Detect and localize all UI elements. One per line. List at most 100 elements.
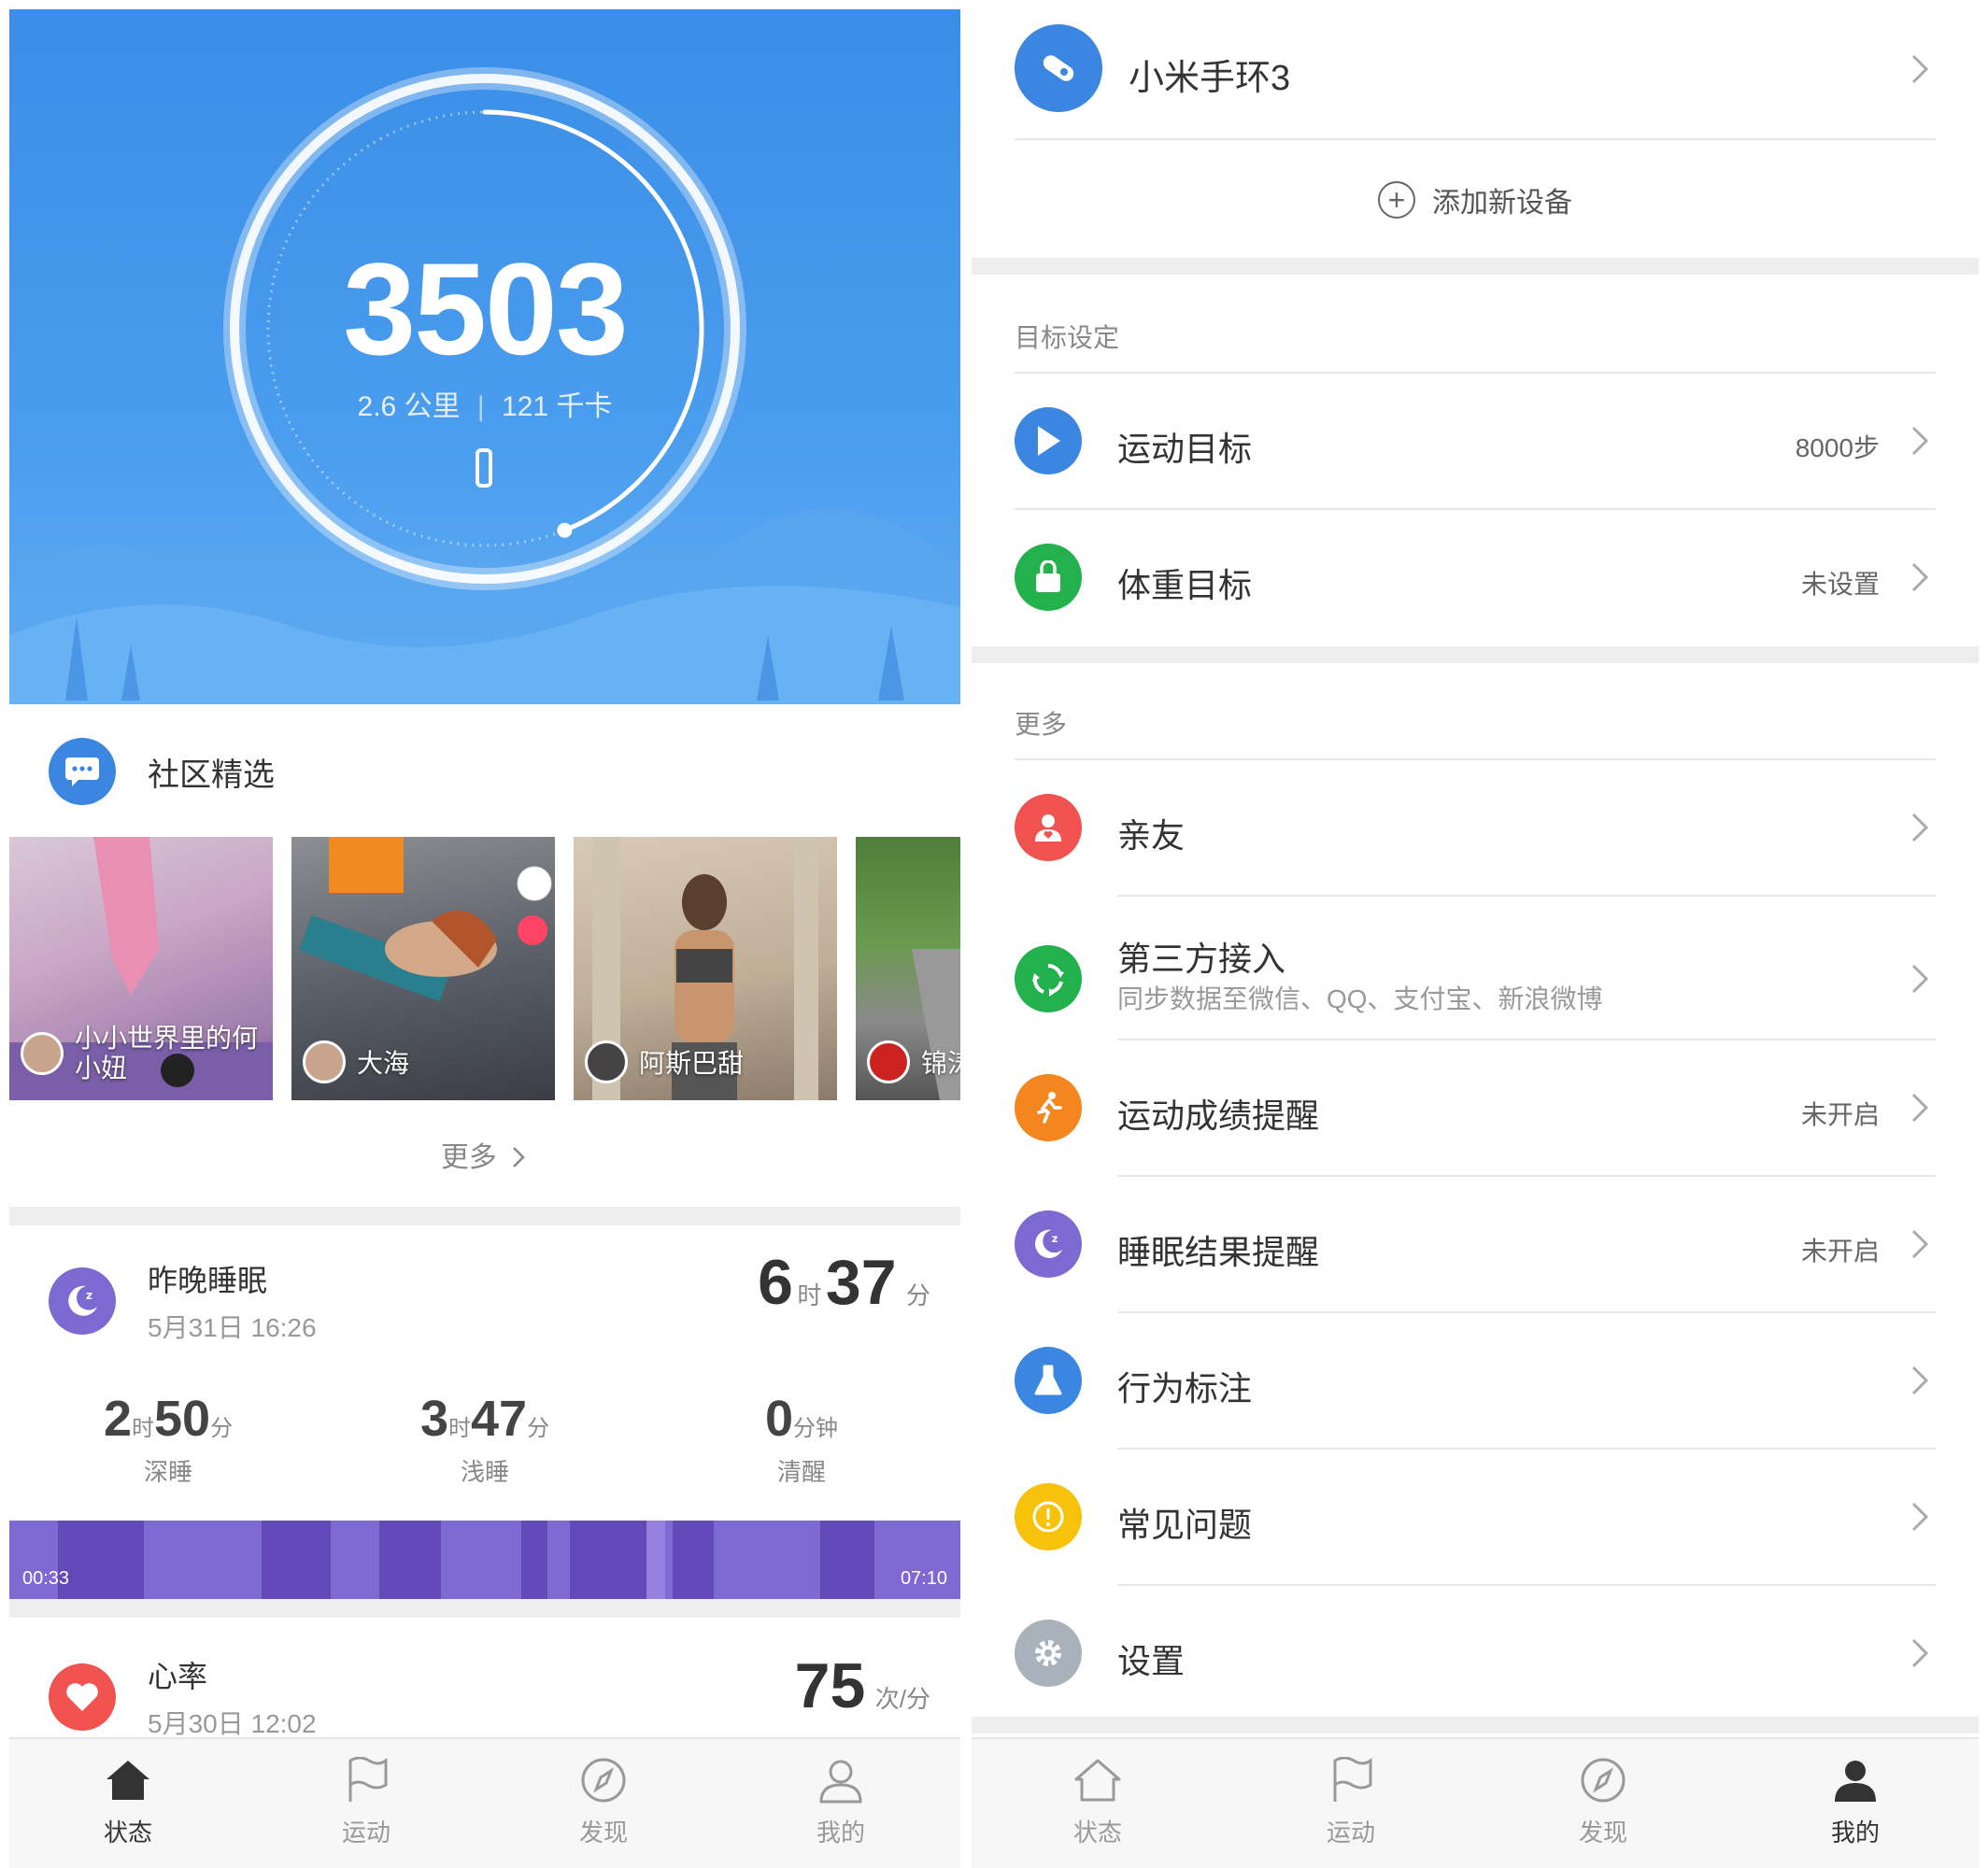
exclamation-icon [1015,1483,1082,1550]
menu-row-sleep-reminder[interactable]: z 睡眠结果提醒 未开启 [972,1210,1979,1280]
goal-row-steps[interactable]: 运动目标 8000步 [972,407,1979,476]
divider [1117,1584,1936,1586]
band-icon [1015,24,1102,112]
bottom-tab-bar: 状态 运动 发现 我的 [972,1737,1979,1868]
chevron-right-icon [1911,1229,1929,1259]
post-user: 阿斯巴甜 [585,1040,744,1083]
menu-row-settings[interactable]: 设置 [972,1620,1979,1689]
step-summary-hero[interactable]: 3503 2.6 公里 | 121 千卡 [9,9,960,704]
distance: 2.6 公里 [357,391,461,422]
community-photo-strip[interactable]: 小小世界里的何小妞 大海 阿斯巴甜 锦涛 [9,837,960,1100]
friends-icon [1015,794,1082,861]
flask-icon [1015,1347,1082,1414]
add-device-button[interactable]: + 添加新设备 [972,179,1979,220]
deep-sleep-stat: 2时50分 深睡 [103,1391,234,1486]
avatar [867,1040,910,1083]
flag-icon [310,1754,422,1806]
tab-status[interactable]: 状态 [1042,1754,1154,1848]
goal-row-weight[interactable]: 体重目标 未设置 [972,544,1979,613]
divider [1117,1039,1936,1040]
divider [1117,1175,1936,1177]
device-name: 小米手环3 [1129,59,1291,98]
avatar [585,1040,628,1083]
step-count: 3503 [343,235,628,382]
menu-row-third-party[interactable]: 第三方接入 同步数据至微信、QQ、支付宝、新浪微博 [972,932,1979,1029]
menu-row-behavior-tagging[interactable]: 行为标注 [972,1347,1979,1416]
community-post[interactable]: 小小世界里的何小妞 [9,837,273,1100]
more-section-label: 更多 [1015,710,1068,739]
sleep-datetime: 5月31日 16:26 [148,1313,317,1342]
runner-icon [1015,1074,1082,1141]
tab-discover[interactable]: 发现 [1547,1754,1659,1848]
tab-profile[interactable]: 我的 [785,1754,897,1848]
divider [1117,1448,1936,1450]
chevron-right-icon [1911,964,1929,994]
tab-profile[interactable]: 我的 [1799,1754,1911,1848]
chevron-right-icon [1911,1502,1929,1532]
person-icon [1799,1754,1911,1806]
community-post[interactable]: 阿斯巴甜 [574,837,837,1100]
section-gap [972,646,1979,663]
divider [1015,138,1936,140]
post-user: 大海 [303,1040,409,1083]
distance-calories: 2.6 公里 | 121 千卡 [9,383,960,424]
chevron-right-icon [1911,813,1929,842]
divider [1015,372,1936,374]
chevron-right-icon [1911,1366,1929,1395]
profile-screen: 小米手环3 + 添加新设备 目标设定 运动目标 8000步 体重目标 未设置 更… [972,0,1979,1868]
menu-row-friends[interactable]: 亲友 [972,794,1979,863]
sleep-start-time: 00:33 [22,1568,70,1589]
tab-workout[interactable]: 运动 [1295,1754,1407,1848]
tab-workout[interactable]: 运动 [310,1754,422,1848]
chevron-right-icon [1911,426,1929,456]
post-user: 锦涛 [867,1040,960,1083]
deep-sleep-segment [570,1521,646,1599]
awake-stat: 0分钟 清醒 [764,1391,839,1486]
sleep-title: 昨晚睡眠 [148,1264,268,1297]
compass-icon [547,1754,660,1806]
heart-icon [49,1663,116,1731]
divider [1015,758,1936,760]
home-icon [72,1754,184,1806]
heart-rate-header[interactable]: 心率 5月30日 12:02 [49,1653,317,1741]
community-post[interactable]: 锦涛 [856,837,960,1100]
moon-icon: z [1015,1210,1082,1278]
light-sleep-segment [646,1521,665,1599]
device-row[interactable]: 小米手环3 [972,24,1979,118]
sleep-end-time: 07:10 [900,1568,947,1589]
compass-icon [1547,1754,1659,1806]
deep-sleep-segment [58,1521,144,1599]
community-more-link[interactable]: 更多 [9,1134,960,1175]
status-screen: 3503 2.6 公里 | 121 千卡 社区精选 小小世界里的何小妞 大海 阿… [9,0,960,1868]
deep-sleep-segment [820,1521,874,1599]
sleep-timeline[interactable]: 00:33 07:10 [9,1521,960,1599]
step-progress-marker [557,522,573,538]
menu-row-faq[interactable]: 常见问题 [972,1483,1979,1552]
flag-icon [1295,1754,1407,1806]
home-icon [1042,1754,1154,1806]
tab-discover[interactable]: 发现 [547,1754,660,1848]
tab-status[interactable]: 状态 [72,1754,184,1848]
menu-row-workout-reminder[interactable]: 运动成绩提醒 未开启 [972,1074,1979,1143]
svg-text:z: z [86,1289,92,1302]
divider [1015,508,1936,510]
chat-bubble-icon [49,738,116,805]
community-header[interactable]: 社区精选 [49,738,275,805]
gear-icon [1015,1620,1082,1687]
avatar [21,1032,64,1075]
heart-title: 心率 [148,1660,208,1693]
chevron-right-icon [1911,562,1929,592]
sleep-header[interactable]: z 昨晚睡眠 5月31日 16:26 [49,1257,317,1345]
band-icon [476,448,492,488]
community-post[interactable]: 大海 [291,837,555,1100]
person-icon [785,1754,897,1806]
calories: 121 千卡 [502,391,613,422]
heart-rate-value: 75 次/分 [794,1650,930,1721]
deep-sleep-segment [379,1521,441,1599]
deep-sleep-segment [521,1521,547,1599]
section-divider [9,1207,960,1225]
moon-icon: z [49,1267,116,1335]
sleep-total: 6 时 37 分 [758,1247,930,1318]
section-gap [972,258,1979,275]
light-sleep-stat: 3时47分 浅睡 [419,1391,550,1486]
